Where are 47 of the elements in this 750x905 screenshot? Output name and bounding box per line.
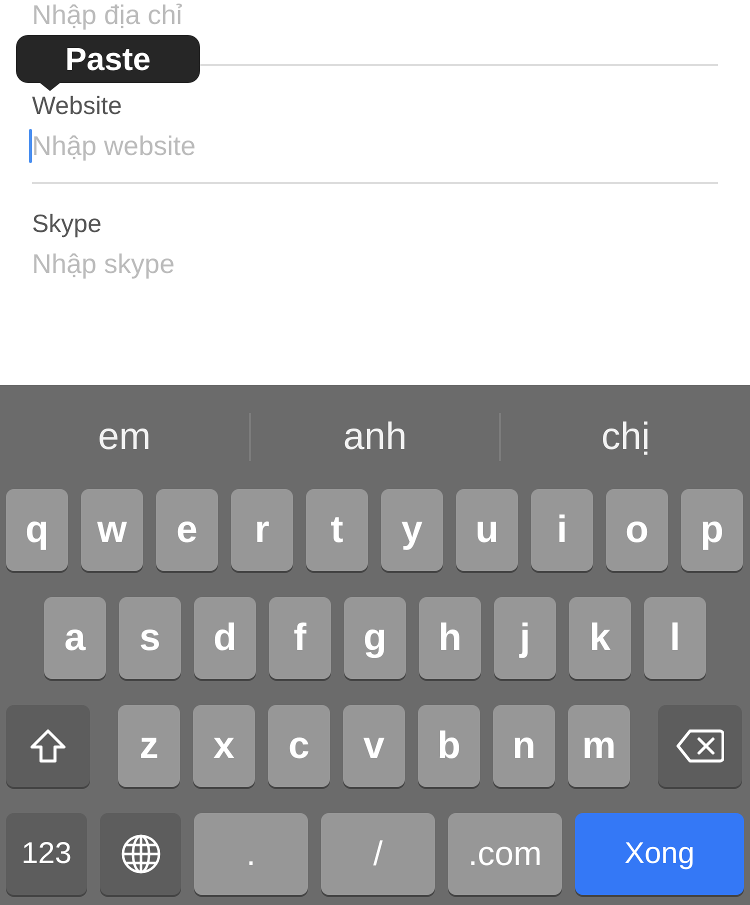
letter-key[interactable]: o — [606, 489, 668, 571]
field-label: Skype — [32, 211, 102, 238]
letter-key[interactable]: j — [494, 597, 556, 679]
letter-key[interactable]: d — [194, 597, 256, 679]
letter-key[interactable]: v — [343, 705, 405, 787]
input-field[interactable]: Nhập skype — [32, 242, 718, 286]
letter-key[interactable]: l — [644, 597, 706, 679]
input-field[interactable]: Nhập địa chỉ — [32, 0, 718, 30]
letter-key[interactable]: n — [493, 705, 555, 787]
paste-button[interactable]: Paste — [16, 35, 200, 83]
letter-key[interactable]: a — [44, 597, 106, 679]
letter-key[interactable]: z — [118, 705, 180, 787]
letter-key[interactable]: f — [269, 597, 331, 679]
letter-key[interactable]: s — [119, 597, 181, 679]
letter-key[interactable]: y — [381, 489, 443, 571]
shift-icon — [29, 728, 67, 764]
letter-key[interactable]: h — [419, 597, 481, 679]
letter-key[interactable]: k — [569, 597, 631, 679]
suggestion[interactable]: anh — [250, 416, 500, 458]
letter-key[interactable]: b — [418, 705, 480, 787]
globe-icon — [120, 833, 162, 875]
symbol-key[interactable]: .com — [448, 813, 562, 895]
letter-key[interactable]: u — [456, 489, 518, 571]
suggestion[interactable]: em — [0, 416, 249, 458]
letter-key[interactable]: g — [344, 597, 406, 679]
letter-key[interactable]: r — [231, 489, 293, 571]
letter-key[interactable]: p — [681, 489, 743, 571]
letter-key[interactable]: t — [306, 489, 368, 571]
letter-key[interactable]: x — [193, 705, 255, 787]
letter-key[interactable]: m — [568, 705, 630, 787]
backspace-key[interactable] — [658, 705, 742, 787]
letter-key[interactable]: w — [81, 489, 143, 571]
letter-key[interactable]: q — [6, 489, 68, 571]
done-button[interactable]: Xong — [575, 813, 744, 895]
field-label: Website — [32, 93, 122, 120]
symbol-key[interactable]: / — [321, 813, 435, 895]
backspace-icon — [676, 729, 724, 763]
shift-key[interactable] — [6, 705, 90, 787]
globe-key[interactable] — [100, 813, 181, 895]
letter-key[interactable]: i — [531, 489, 593, 571]
symbol-key[interactable]: . — [194, 813, 308, 895]
letter-key[interactable]: c — [268, 705, 330, 787]
popup-pointer — [40, 83, 60, 91]
suggestion[interactable]: chị — [501, 416, 750, 458]
input-field[interactable]: Nhập website — [32, 124, 718, 168]
numbers-key[interactable]: 123 — [6, 813, 87, 895]
letter-key[interactable]: e — [156, 489, 218, 571]
